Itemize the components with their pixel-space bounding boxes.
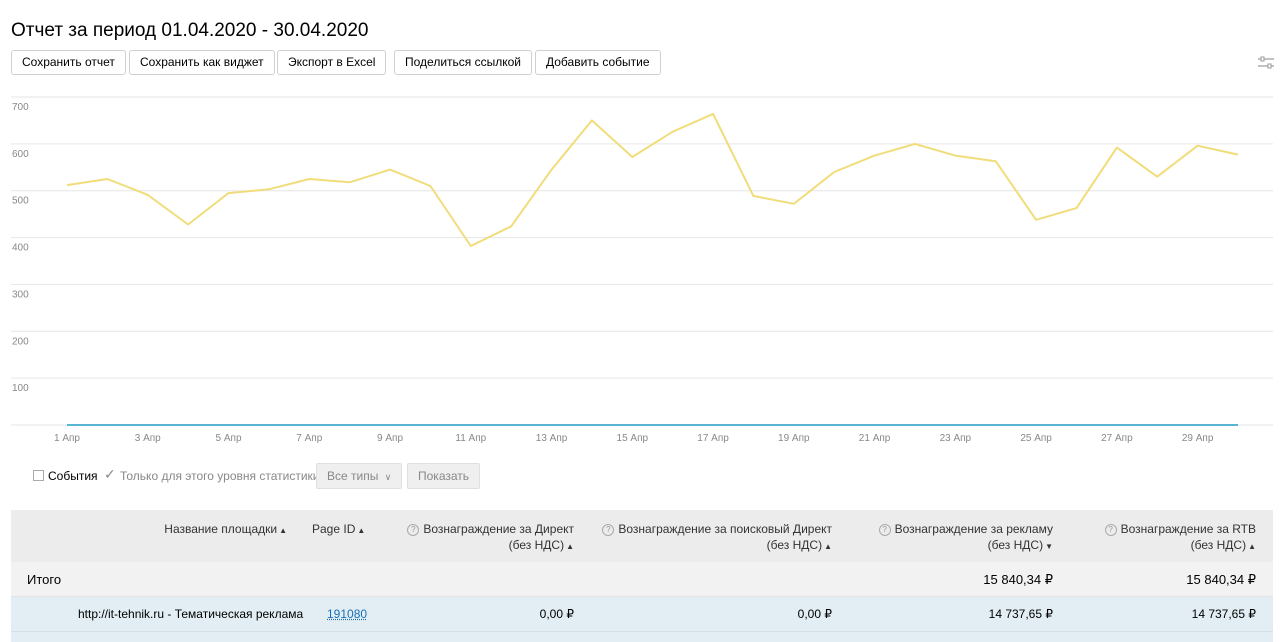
series-line-0 bbox=[67, 114, 1238, 246]
y-tick-label: 700 bbox=[12, 102, 29, 113]
table-header: Название площадки▲︎ Page ID▲︎ ?Вознаграж… bbox=[11, 510, 1273, 562]
x-tick-label: 15 Апр bbox=[617, 433, 649, 444]
x-tick-label: 5 Апр bbox=[216, 433, 242, 444]
x-tick-label: 9 Апр bbox=[377, 433, 403, 444]
export-excel-button[interactable]: Экспорт в Excel bbox=[277, 50, 386, 75]
column-ads-label: Вознаграждение за рекламу bbox=[895, 522, 1053, 536]
search-direct-cell: 0,00 ₽ bbox=[798, 607, 832, 621]
help-icon[interactable]: ? bbox=[602, 524, 614, 536]
column-direct-sub: (без НДС) bbox=[509, 538, 564, 552]
save-report-button[interactable]: Сохранить отчет bbox=[11, 50, 126, 75]
y-tick-label: 600 bbox=[12, 149, 29, 160]
checkmark-icon[interactable]: ✓ bbox=[104, 466, 116, 483]
help-icon[interactable]: ? bbox=[879, 524, 891, 536]
x-tick-label: 23 Апр bbox=[940, 433, 972, 444]
column-rtb-reward[interactable]: ? Вознаграждение за RTB (без НДС)▲︎ bbox=[1105, 521, 1256, 555]
column-site-name-label: Название площадки bbox=[164, 522, 277, 536]
column-ads-sub: (без НДС) bbox=[988, 538, 1043, 552]
table-row bbox=[11, 632, 1273, 642]
sort-icon: ▲︎ bbox=[357, 526, 365, 535]
x-tick-label: 7 Апр bbox=[296, 433, 322, 444]
events-checkbox[interactable] bbox=[33, 470, 44, 481]
column-page-id[interactable]: Page ID▲︎ bbox=[312, 521, 365, 539]
x-tick-label: 3 Апр bbox=[135, 433, 161, 444]
help-icon[interactable]: ? bbox=[1105, 524, 1117, 536]
events-label: События bbox=[48, 469, 98, 483]
ads-cell: 14 737,65 ₽ bbox=[989, 607, 1053, 621]
level-only-label: Только для этого уровня статистики bbox=[120, 469, 319, 483]
y-tick-label: 500 bbox=[12, 196, 29, 207]
total-label: Итого bbox=[27, 572, 61, 587]
total-row: Итого 15 840,34 ₽ 15 840,34 ₽ bbox=[11, 562, 1273, 597]
share-link-button[interactable]: Поделиться ссылкой bbox=[394, 50, 532, 75]
column-search-direct-reward[interactable]: ? Вознаграждение за поисковый Директ (без… bbox=[602, 521, 832, 555]
column-rtb-sub: (без НДС) bbox=[1191, 538, 1246, 552]
column-direct-label: Вознаграждение за Директ bbox=[423, 522, 574, 536]
column-site-name[interactable]: Название площадки▲︎ bbox=[164, 521, 287, 539]
direct-cell: 0,00 ₽ bbox=[540, 607, 574, 621]
column-search-direct-sub: (без НДС) bbox=[767, 538, 822, 552]
total-rtb-value: 15 840,34 ₽ bbox=[1186, 572, 1256, 588]
page-id-link[interactable]: 191080 bbox=[327, 607, 367, 621]
y-tick-label: 300 bbox=[12, 289, 29, 300]
save-as-widget-button[interactable]: Сохранить как виджет bbox=[129, 50, 275, 75]
column-ads-reward[interactable]: ? Вознаграждение за рекламу (без НДС)▼ bbox=[879, 521, 1053, 555]
x-tick-label: 1 Апр bbox=[54, 433, 80, 444]
sort-icon: ▲︎ bbox=[1248, 542, 1256, 551]
line-chart: 100 200 300 400 500 600 700 1 Апр 3 Апр 5 Апр 7 А… bbox=[0, 90, 1280, 450]
rtb-cell: 14 737,65 ₽ bbox=[1192, 607, 1256, 621]
chevron-down-icon: ∨ bbox=[385, 472, 392, 482]
column-search-direct-label: Вознаграждение за поисковый Директ bbox=[618, 522, 832, 536]
x-tick-label: 25 Апр bbox=[1020, 433, 1052, 444]
site-name-cell: http://it-tehnik.ru - Тематическая рекла… bbox=[78, 607, 303, 621]
column-page-id-label: Page ID bbox=[312, 522, 355, 536]
y-tick-label: 200 bbox=[12, 336, 29, 347]
settings-sliders-icon[interactable] bbox=[1258, 56, 1274, 70]
x-tick-label: 21 Апр bbox=[859, 433, 891, 444]
x-tick-label: 13 Апр bbox=[536, 433, 568, 444]
y-tick-label: 100 bbox=[12, 383, 29, 394]
total-ads-value: 15 840,34 ₽ bbox=[983, 572, 1053, 588]
sort-icon: ▲︎ bbox=[279, 526, 287, 535]
add-event-button[interactable]: Добавить событие bbox=[535, 50, 661, 75]
x-tick-label: 17 Апр bbox=[697, 433, 729, 444]
column-rtb-label: Вознаграждение за RTB bbox=[1121, 522, 1256, 536]
y-tick-label: 400 bbox=[12, 243, 29, 254]
x-tick-label: 27 Апр bbox=[1101, 433, 1133, 444]
all-types-label: Все типы bbox=[327, 469, 378, 483]
sort-desc-icon: ▼ bbox=[1045, 542, 1053, 551]
help-icon[interactable]: ? bbox=[407, 524, 419, 536]
sort-icon: ▲︎ bbox=[566, 542, 574, 551]
all-types-dropdown[interactable]: Все типы ∨ bbox=[316, 463, 402, 489]
x-tick-label: 19 Апр bbox=[778, 433, 810, 444]
sort-icon: ▲︎ bbox=[824, 542, 832, 551]
column-direct-reward[interactable]: ? Вознаграждение за Директ (без НДС)▲︎ bbox=[407, 521, 574, 555]
page-title: Отчет за период 01.04.2020 - 30.04.2020 bbox=[11, 20, 368, 42]
x-tick-label: 11 Апр bbox=[455, 433, 486, 444]
show-button[interactable]: Показать bbox=[407, 463, 480, 489]
x-tick-label: 29 Апр bbox=[1182, 433, 1214, 444]
table-row: http://it-tehnik.ru - Тематическая рекла… bbox=[11, 597, 1273, 632]
